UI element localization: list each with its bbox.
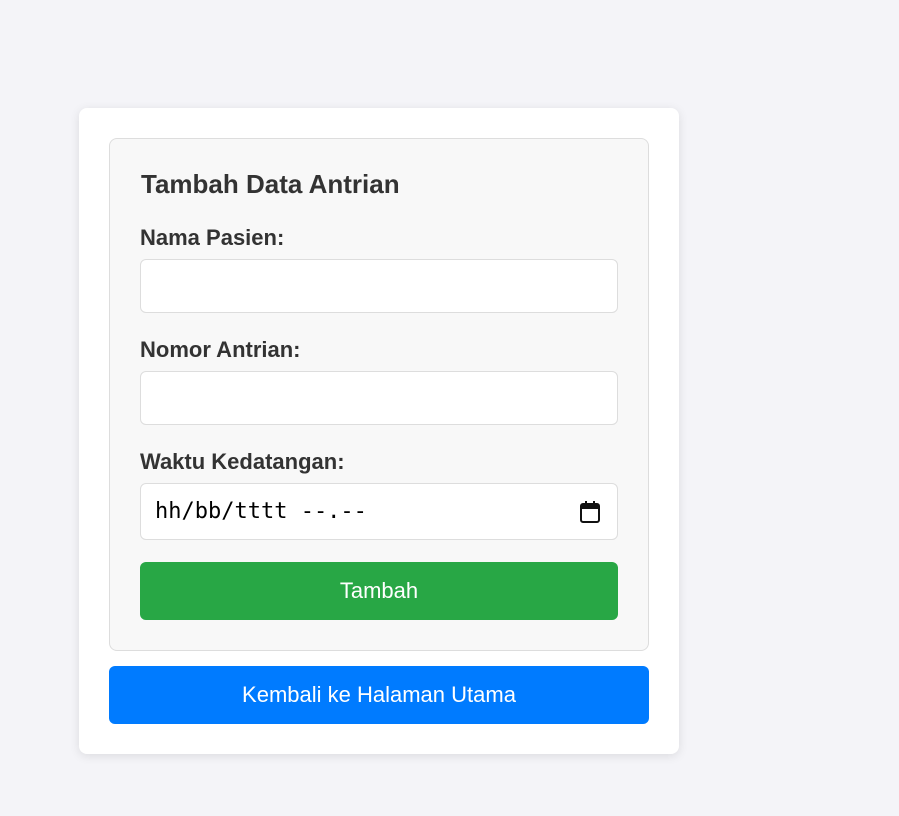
form-card: Tambah Data Antrian Nama Pasien: Nomor A… <box>79 108 679 754</box>
waktu-kedatangan-input[interactable]: hh/bb/tttt --.-- <box>140 483 618 540</box>
nomor-antrian-input[interactable] <box>140 371 618 425</box>
calendar-icon[interactable] <box>579 500 601 524</box>
back-to-home-button[interactable]: Kembali ke Halaman Utama <box>109 666 649 724</box>
nama-pasien-label: Nama Pasien: <box>140 225 285 250</box>
tambah-button[interactable]: Tambah <box>140 562 618 620</box>
nama-pasien-input[interactable] <box>140 259 618 313</box>
datetime-placeholder: hh/bb/tttt --.-- <box>155 499 367 524</box>
nomor-antrian-label: Nomor Antrian: <box>140 337 301 362</box>
form-title: Tambah Data Antrian <box>141 169 400 199</box>
waktu-kedatangan-label: Waktu Kedatangan: <box>140 449 345 474</box>
add-queue-form: Tambah Data Antrian Nama Pasien: Nomor A… <box>109 138 649 651</box>
